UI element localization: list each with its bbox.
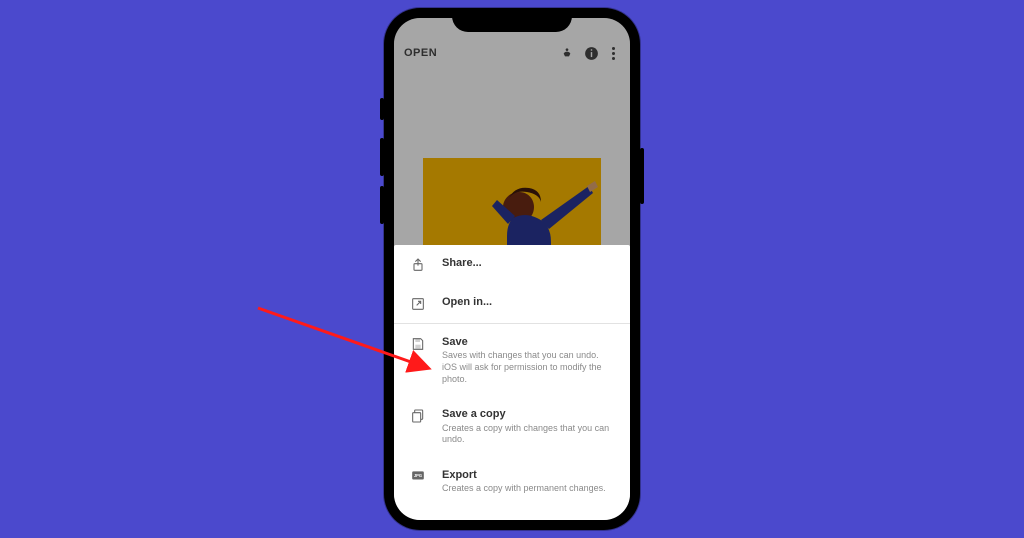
save-copy-sub: Creates a copy with changes that you can… [442,423,616,446]
save-copy-label: Save a copy [442,407,616,421]
notch [452,8,572,32]
save-copy-row[interactable]: Save a copy Creates a copy with changes … [394,396,630,457]
open-in-row[interactable]: Open in... [394,284,630,323]
svg-text:JPG: JPG [414,473,422,478]
power-button [640,148,644,204]
export-sub: Creates a copy with permanent changes. [442,483,616,495]
export-sheet: Share... Open in... [394,245,630,520]
save-sub: Saves with changes that you can undo. iO… [442,350,616,385]
open-in-label: Open in... [442,295,616,309]
share-label: Share... [442,256,616,270]
screen: OPEN [394,18,630,520]
save-icon [408,336,428,352]
silence-switch [380,98,384,120]
save-label: Save [442,335,616,349]
volume-up [380,138,384,176]
share-icon [408,257,428,273]
stage: OPEN [0,0,1024,538]
share-row[interactable]: Share... [394,245,630,284]
export-row[interactable]: JPG Export Creates a copy with permanent… [394,457,630,506]
phone-frame: OPEN [384,8,640,530]
open-in-icon [408,296,428,312]
export-icon: JPG [408,469,428,483]
export-label: Export [442,468,616,482]
app: OPEN [394,18,630,520]
save-row[interactable]: Save Saves with changes that you can und… [394,324,630,396]
home-indicator[interactable] [464,520,560,524]
save-copy-icon [408,408,428,424]
volume-down [380,186,384,224]
